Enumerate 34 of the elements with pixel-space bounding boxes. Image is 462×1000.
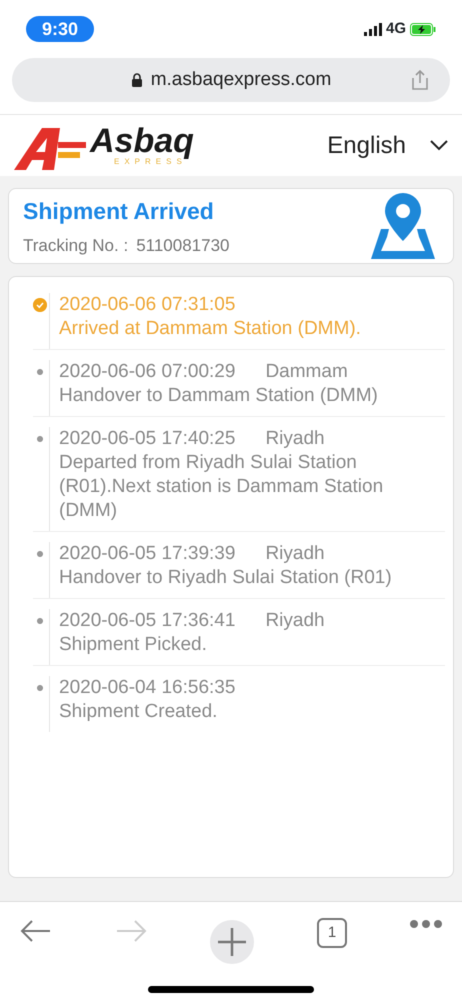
clock: 9:30 [26,16,94,42]
share-icon[interactable] [410,69,430,90]
address-bar[interactable]: m.asbaqexpress.com [12,58,450,102]
shipment-status-title: Shipment Arrived [23,197,215,226]
network-label: 4G [386,18,406,39]
signal-icon [364,22,382,36]
event-description: Arrived at Dammam Station (DMM). [59,317,362,341]
event-description: Shipment Picked. [59,633,208,657]
more-icon[interactable] [410,920,442,928]
event-location: Riyadh [265,542,325,566]
chevron-down-icon [430,140,448,151]
event-location: Dammam [265,360,348,384]
logo-name: Asbaq [90,124,194,156]
event-time: 2020-06-05 17:40:25 [59,427,236,451]
event-time: 2020-06-04 16:56:35 [59,676,236,700]
event-description: Handover to Riyadh Sulai Station (R01) [59,566,393,590]
event-location: Riyadh [265,609,325,633]
battery-icon [410,22,436,36]
event-description: Handover to Dammam Station (DMM) [59,384,379,408]
url-text: m.asbaqexpress.com [150,68,332,92]
event-time: 2020-06-05 17:36:41 [59,609,236,633]
plus-icon[interactable] [210,920,254,964]
event-description: Departed from Riyadh Sulai Station (R01).Next station is Dammam Station (DMM) [59,451,384,523]
event-time: 2020-06-06 07:31:05 [59,293,236,317]
event-location: Riyadh [265,427,325,451]
event-time: 2020-06-05 17:39:39 [59,542,236,566]
tracking-number: 5110081730 [136,234,230,256]
language-select[interactable]: English [327,128,448,164]
lock-icon [130,73,143,87]
event-description: Shipment Created. [59,700,218,724]
tracking-label: Tracking No. : [23,234,128,256]
back-arrow-icon[interactable] [20,920,52,942]
tab-count-button[interactable]: 1 [317,918,347,948]
event-time: 2020-06-06 07:00:29 [59,360,236,384]
